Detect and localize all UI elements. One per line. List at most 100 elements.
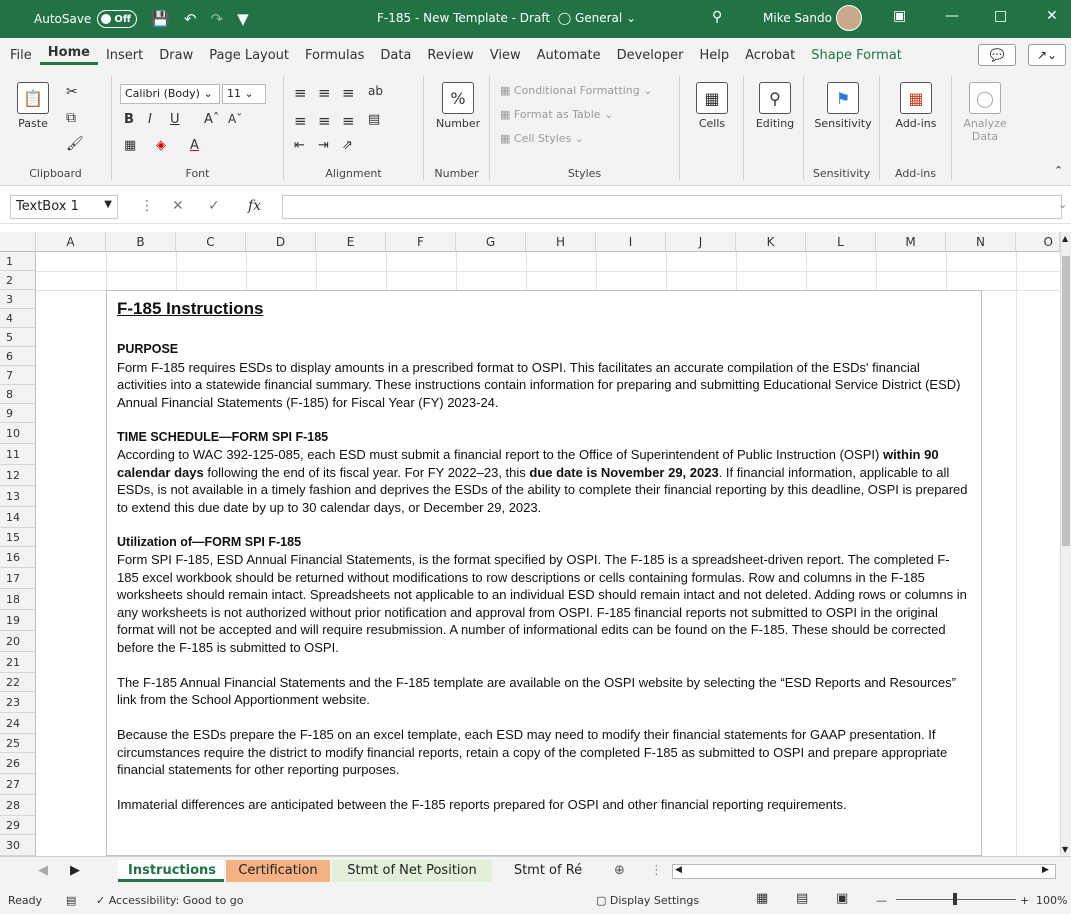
scroll-down-icon[interactable]: ▼ bbox=[1062, 845, 1068, 854]
add-sheet-icon[interactable]: ⊕ bbox=[604, 860, 635, 882]
row-header[interactable]: 9 bbox=[0, 404, 36, 423]
row-header[interactable]: 15 bbox=[0, 528, 36, 547]
row-header[interactable]: 6 bbox=[0, 347, 36, 366]
page-layout-view-icon[interactable]: ▤ bbox=[796, 891, 808, 906]
column-header[interactable]: K bbox=[736, 232, 806, 252]
merge-icon[interactable]: ▤ bbox=[368, 112, 380, 127]
enter-icon[interactable]: ✓ bbox=[208, 198, 220, 214]
row-header[interactable]: 3 bbox=[0, 290, 36, 309]
accessibility-status[interactable]: ✓ Accessibility: Good to go bbox=[96, 894, 244, 907]
italic-button[interactable]: I bbox=[148, 112, 152, 127]
zoom-slider-thumb[interactable] bbox=[953, 893, 957, 905]
expand-formula-icon[interactable]: ⌄ bbox=[1058, 198, 1067, 211]
save-icon[interactable]: 💾 bbox=[151, 10, 170, 28]
analyze-data-button[interactable]: ◯ Analyze Data bbox=[962, 82, 1008, 143]
sensitivity-button[interactable]: ⚑ Sensitivity bbox=[812, 82, 874, 130]
tab-review[interactable]: Review bbox=[419, 48, 481, 63]
cell-styles-button[interactable]: ▦ Cell Styles ⌄ bbox=[500, 132, 584, 145]
next-sheet-icon[interactable]: ▶ bbox=[60, 860, 90, 882]
zoom-out-icon[interactable]: — bbox=[876, 894, 887, 907]
column-header[interactable]: N bbox=[946, 232, 1016, 252]
tab-developer[interactable]: Developer bbox=[609, 48, 692, 63]
scroll-thumb[interactable] bbox=[1062, 256, 1070, 546]
avatar[interactable] bbox=[836, 5, 862, 31]
copy-icon[interactable]: ⧉ bbox=[66, 110, 76, 126]
name-box[interactable]: TextBox 1 ▼ bbox=[10, 195, 118, 219]
row-header[interactable]: 7 bbox=[0, 366, 36, 385]
row-header[interactable]: 5 bbox=[0, 328, 36, 347]
column-header[interactable]: C bbox=[176, 232, 246, 252]
row-header[interactable]: 16 bbox=[0, 547, 36, 568]
row-header[interactable]: 23 bbox=[0, 692, 36, 713]
align-bottom-icon[interactable]: ≡ bbox=[342, 84, 355, 102]
row-header[interactable]: 13 bbox=[0, 486, 36, 507]
tab-formulas[interactable]: Formulas bbox=[297, 48, 372, 63]
row-header[interactable]: 14 bbox=[0, 507, 36, 528]
row-header[interactable]: 2 bbox=[0, 271, 36, 290]
sheet-tab-certification[interactable]: Certification bbox=[226, 860, 330, 882]
macro-icon[interactable]: ▤ bbox=[66, 894, 76, 907]
increase-indent-icon[interactable]: ⇥ bbox=[318, 138, 329, 153]
prev-sheet-icon[interactable]: ◀ bbox=[28, 860, 58, 882]
align-left-icon[interactable]: ≡ bbox=[294, 112, 307, 130]
tab-automate[interactable]: Automate bbox=[529, 48, 609, 63]
row-header[interactable]: 27 bbox=[0, 774, 36, 795]
row-header[interactable]: 22 bbox=[0, 673, 36, 692]
scroll-right-icon[interactable]: ▶ bbox=[1042, 865, 1049, 875]
row-header[interactable]: 1 bbox=[0, 252, 36, 271]
decrease-font-icon[interactable]: Aˇ bbox=[228, 112, 242, 126]
fill-color-icon[interactable]: ◈ bbox=[156, 138, 166, 153]
align-middle-icon[interactable]: ≡ bbox=[318, 84, 331, 102]
formula-input[interactable] bbox=[282, 195, 1062, 219]
column-header[interactable]: E bbox=[316, 232, 386, 252]
increase-font-icon[interactable]: Aˆ bbox=[204, 112, 219, 127]
zoom-level[interactable]: 100% bbox=[1036, 894, 1067, 907]
row-header[interactable]: 12 bbox=[0, 465, 36, 486]
sheet-tab-instructions[interactable]: Instructions bbox=[118, 860, 224, 882]
share-button[interactable]: ↗⌄ bbox=[1028, 44, 1066, 66]
align-center-icon[interactable]: ≡ bbox=[318, 112, 331, 130]
row-header[interactable]: 29 bbox=[0, 816, 36, 835]
column-header[interactable]: J bbox=[666, 232, 736, 252]
decrease-indent-icon[interactable]: ⇤ bbox=[294, 138, 305, 153]
column-header[interactable]: D bbox=[246, 232, 316, 252]
orientation-icon[interactable]: ⇗ bbox=[342, 138, 353, 153]
number-format-button[interactable]: % Number bbox=[436, 82, 480, 130]
align-right-icon[interactable]: ≡ bbox=[342, 112, 355, 130]
autosave-toggle[interactable]: Off bbox=[97, 10, 138, 28]
document-title[interactable]: F-185 - New Template - Draft ◯ General ⌄ bbox=[377, 11, 636, 25]
scroll-up-icon[interactable]: ▲ bbox=[1062, 234, 1068, 243]
row-header[interactable]: 30 bbox=[0, 835, 36, 856]
row-header[interactable]: 8 bbox=[0, 385, 36, 404]
column-header[interactable]: A bbox=[36, 232, 106, 252]
column-header[interactable]: G bbox=[456, 232, 526, 252]
redo-icon[interactable]: ↷ bbox=[211, 10, 224, 28]
cancel-icon[interactable]: ✕ bbox=[172, 198, 184, 214]
horizontal-scrollbar[interactable]: ◀ bbox=[672, 864, 1056, 879]
normal-view-icon[interactable]: ▦ bbox=[756, 891, 768, 906]
column-header[interactable]: I bbox=[596, 232, 666, 252]
column-header[interactable]: O bbox=[1016, 232, 1060, 252]
row-header[interactable]: 19 bbox=[0, 610, 36, 631]
tab-page-layout[interactable]: Page Layout bbox=[201, 48, 297, 63]
row-header[interactable]: 21 bbox=[0, 652, 36, 673]
cells-button[interactable]: ▦ Cells bbox=[694, 82, 730, 130]
conditional-formatting-button[interactable]: ▦ Conditional Formatting ⌄ bbox=[500, 84, 652, 97]
font-size-select[interactable]: 11 ⌄ bbox=[222, 84, 266, 104]
font-color-icon[interactable]: A bbox=[190, 138, 199, 153]
row-header[interactable]: 26 bbox=[0, 753, 36, 774]
tab-draw[interactable]: Draw bbox=[151, 48, 201, 63]
minimize-icon[interactable]: — bbox=[945, 8, 959, 24]
customize-toolbar-icon[interactable]: ▼ bbox=[237, 10, 249, 28]
row-header[interactable]: 24 bbox=[0, 713, 36, 734]
borders-icon[interactable]: ▦ bbox=[124, 138, 136, 153]
insert-function-icon[interactable]: fx bbox=[248, 198, 261, 214]
display-settings-button[interactable]: ▢ Display Settings bbox=[596, 894, 699, 907]
tab-data[interactable]: Data bbox=[372, 48, 419, 63]
wrap-text-icon[interactable]: ab bbox=[368, 84, 383, 98]
comments-button[interactable]: 💬 bbox=[978, 44, 1016, 66]
align-top-icon[interactable]: ≡ bbox=[294, 84, 307, 102]
zoom-in-icon[interactable]: + bbox=[1020, 894, 1029, 907]
user-name[interactable]: Mike Sando bbox=[763, 11, 832, 25]
autosave-control[interactable]: AutoSave Off bbox=[34, 10, 138, 28]
